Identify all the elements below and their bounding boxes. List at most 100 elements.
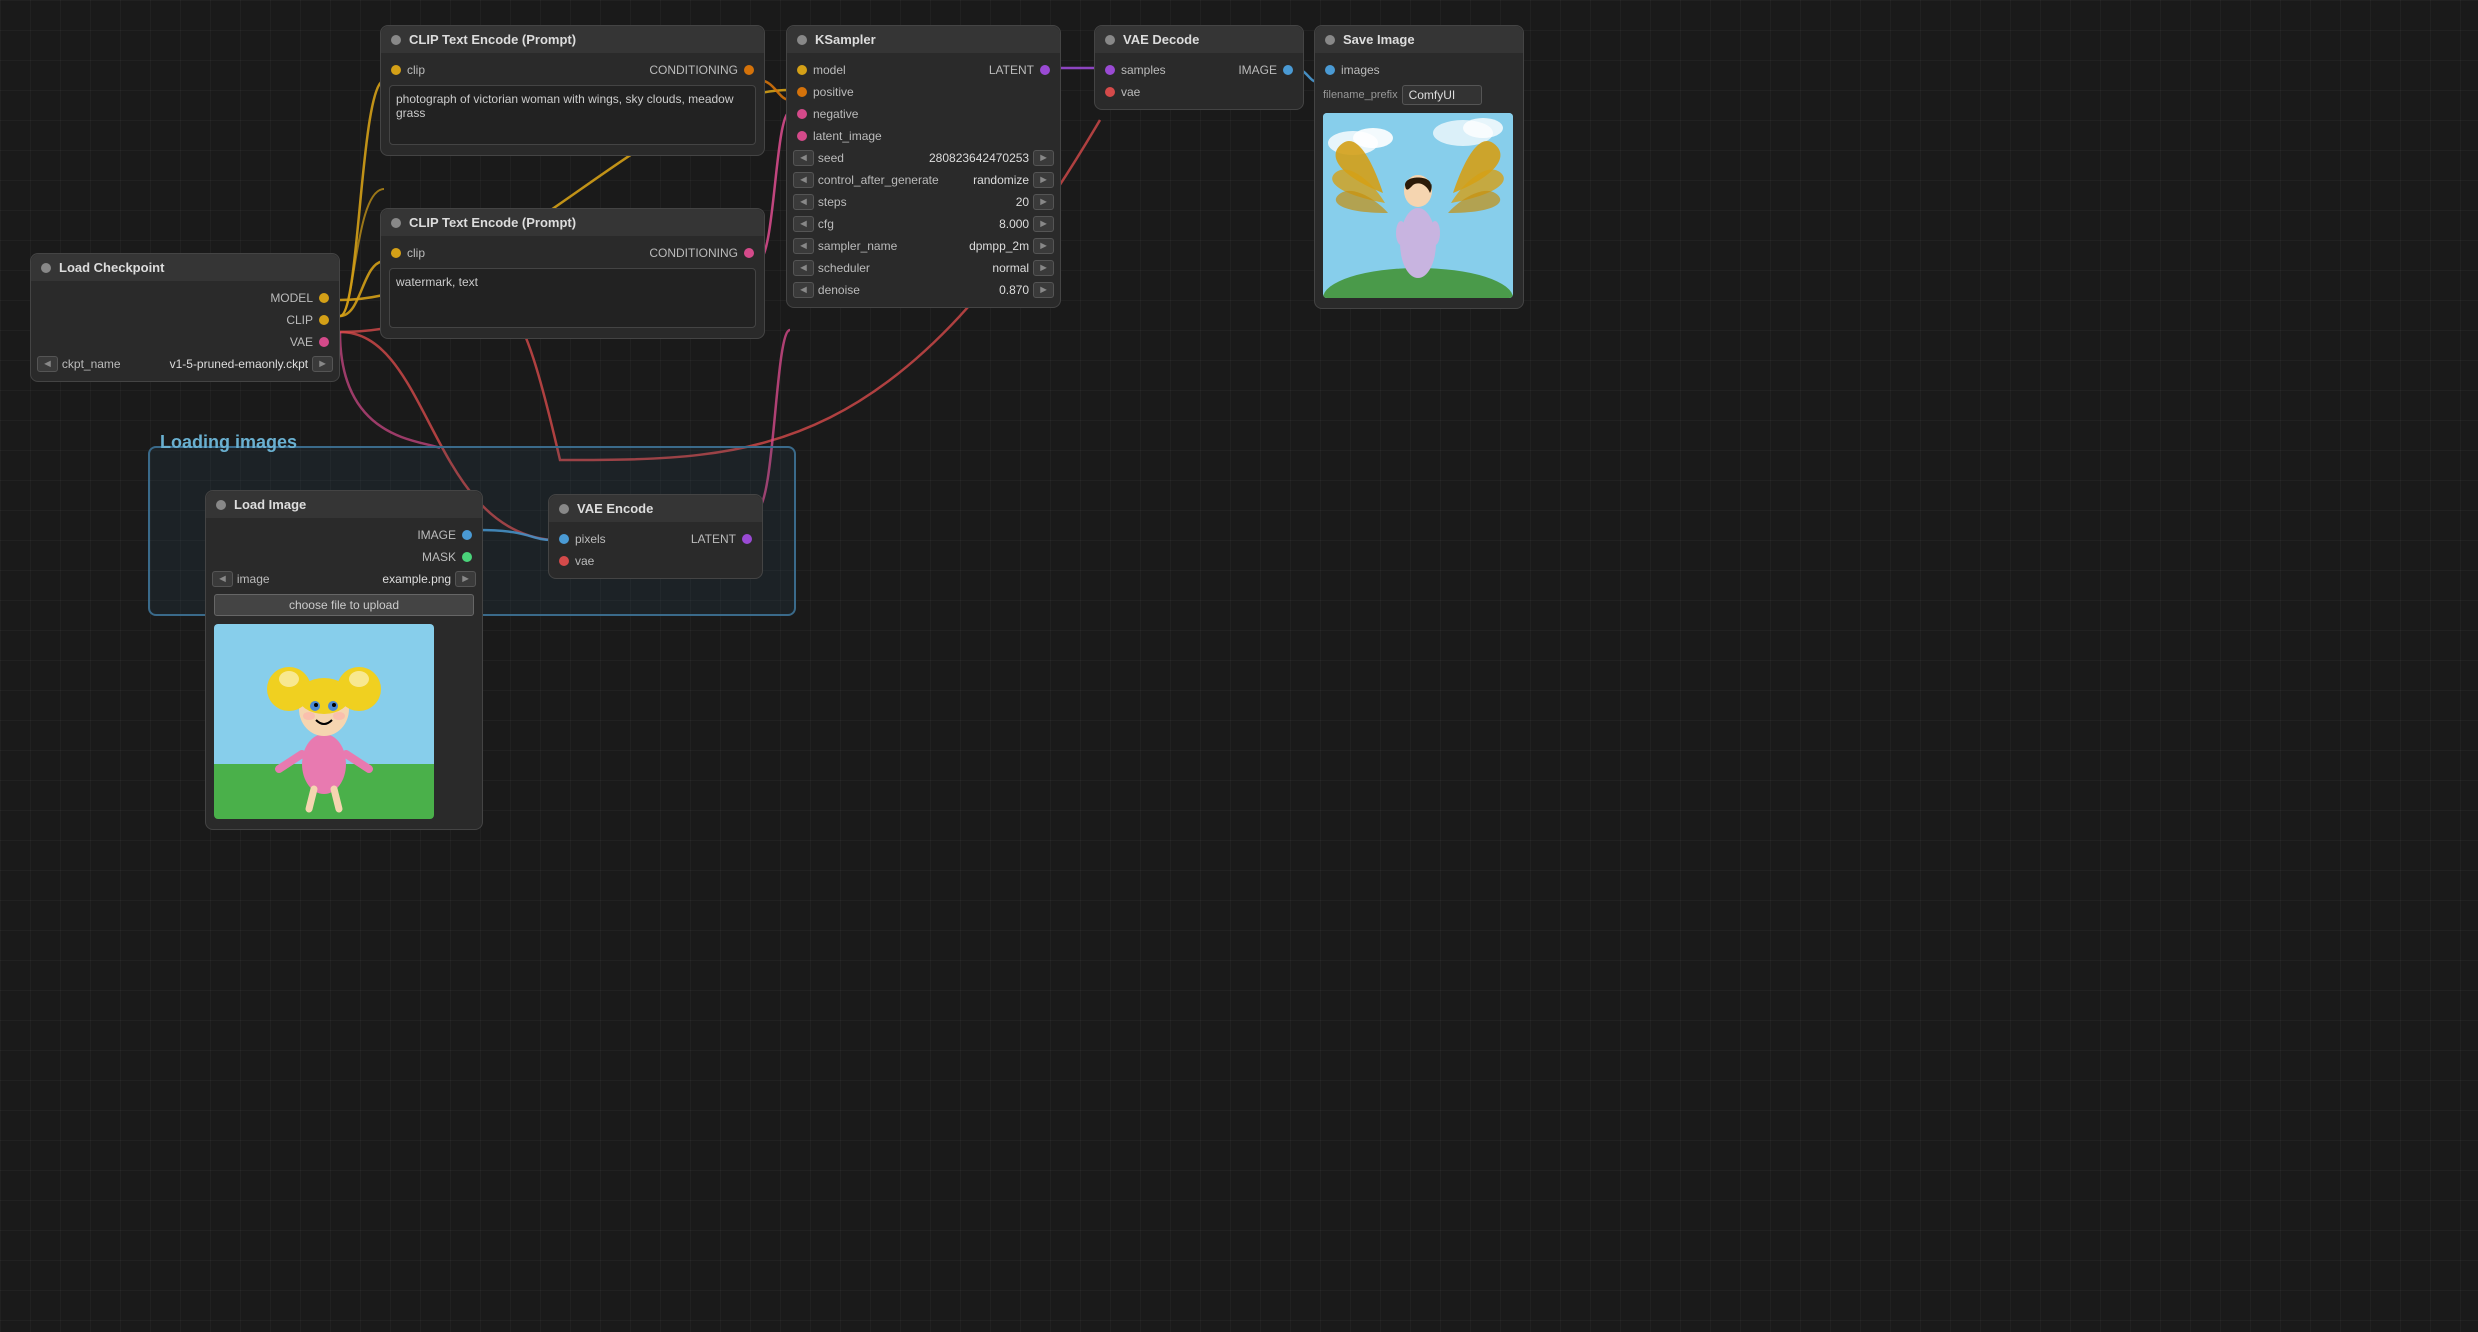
param-steps-right[interactable]: ► — [1033, 194, 1054, 210]
port-negative-in: negative — [797, 107, 858, 121]
node-header-load-checkpoint: Load Checkpoint — [31, 254, 339, 281]
node-status-dot — [797, 35, 807, 45]
param-scheduler-row: ◄ scheduler normal ► — [787, 257, 1060, 279]
vae-decode-node: VAE Decode samples IMAGE vae — [1094, 25, 1304, 110]
choose-file-container: choose file to upload — [206, 590, 482, 620]
node-title: VAE Encode — [577, 501, 653, 516]
node-body: images filename_prefix — [1315, 53, 1523, 308]
port-latent-out: LATENT — [691, 532, 752, 546]
clip-text-encode-1-node: CLIP Text Encode (Prompt) clip CONDITION… — [380, 25, 765, 156]
port-model-dot — [797, 65, 807, 75]
port-clip-dot — [391, 65, 401, 75]
port-model-dot — [319, 293, 329, 303]
param-cfg-name: cfg — [818, 217, 995, 231]
param-scheduler-name: scheduler — [818, 261, 989, 275]
port-images-row: images — [1315, 59, 1523, 81]
param-denoise-value: 0.870 — [999, 283, 1029, 297]
port-vae-row: vae — [1095, 81, 1303, 103]
port-vae-in: vae — [559, 554, 594, 568]
port-latent-image-row: latent_image — [787, 125, 1060, 147]
port-negative-row: negative — [787, 103, 1060, 125]
cartoon-preview-container — [206, 620, 482, 823]
port-image-label: IMAGE — [417, 528, 456, 542]
node-title: CLIP Text Encode (Prompt) — [409, 32, 576, 47]
port-model-in: model — [797, 63, 846, 77]
port-clip-label: CLIP — [286, 313, 313, 327]
param-arrow-right[interactable]: ► — [312, 356, 333, 372]
node-title: CLIP Text Encode (Prompt) — [409, 215, 576, 230]
param-seed-left[interactable]: ◄ — [793, 150, 814, 166]
param-steps-value: 20 — [1016, 195, 1029, 209]
node-status-dot — [216, 500, 226, 510]
param-cfg-right[interactable]: ► — [1033, 216, 1054, 232]
node-title: Load Checkpoint — [59, 260, 164, 275]
port-vae: VAE — [290, 335, 329, 349]
param-ckpt-row: ◄ ckpt_name v1-5-pruned-emaonly.ckpt ► — [31, 353, 339, 375]
port-pixels-dot — [559, 534, 569, 544]
port-image-out: IMAGE — [1238, 63, 1293, 77]
param-cfg-row: ◄ cfg 8.000 ► — [787, 213, 1060, 235]
param-seed-right[interactable]: ► — [1033, 150, 1054, 166]
port-images-dot — [1325, 65, 1335, 75]
cartoon-image-preview — [214, 624, 434, 819]
port-image-dot — [462, 530, 472, 540]
param-control-right[interactable]: ► — [1033, 172, 1054, 188]
param-control-value: randomize — [973, 173, 1029, 187]
param-steps-left[interactable]: ◄ — [793, 194, 814, 210]
prompt-text-1[interactable]: photograph of victorian woman with wings… — [389, 85, 756, 145]
node-status-dot — [559, 504, 569, 514]
port-latent-label: LATENT — [989, 63, 1034, 77]
port-samples-dot — [1105, 65, 1115, 75]
node-status-dot — [391, 218, 401, 228]
param-scheduler-right[interactable]: ► — [1033, 260, 1054, 276]
port-clip-dot — [391, 248, 401, 258]
node-status-dot — [41, 263, 51, 273]
port-image-out: IMAGE — [417, 528, 472, 542]
port-pixels-label: pixels — [575, 532, 606, 546]
port-latent-label: LATENT — [691, 532, 736, 546]
node-title: Save Image — [1343, 32, 1415, 47]
choose-file-button[interactable]: choose file to upload — [214, 594, 474, 616]
param-control-row: ◄ control_after_generate randomize ► — [787, 169, 1060, 191]
param-scheduler-left[interactable]: ◄ — [793, 260, 814, 276]
node-body: pixels LATENT vae — [549, 522, 762, 578]
port-model-label: model — [813, 63, 846, 77]
node-header-vae-decode: VAE Decode — [1095, 26, 1303, 53]
port-vae-label: VAE — [290, 335, 313, 349]
port-clip-row: clip CONDITIONING — [381, 242, 764, 264]
param-arrow-left[interactable]: ◄ — [37, 356, 58, 372]
port-clip-row: clip CONDITIONING — [381, 59, 764, 81]
filename-row: filename_prefix — [1315, 81, 1523, 109]
param-sampler-left[interactable]: ◄ — [793, 238, 814, 254]
param-sampler-row: ◄ sampler_name dpmpp_2m ► — [787, 235, 1060, 257]
param-control-left[interactable]: ◄ — [793, 172, 814, 188]
port-negative-dot — [797, 109, 807, 119]
port-cond-dot — [744, 65, 754, 75]
param-denoise-left[interactable]: ◄ — [793, 282, 814, 298]
port-model-row: MODEL — [31, 287, 339, 309]
node-status-dot — [1325, 35, 1335, 45]
param-sampler-right[interactable]: ► — [1033, 238, 1054, 254]
node-body: clip CONDITIONING watermark, text — [381, 236, 764, 338]
param-denoise-name: denoise — [818, 283, 995, 297]
port-latent-out: LATENT — [989, 63, 1050, 77]
output-image-preview — [1323, 113, 1513, 298]
param-image-row: ◄ image example.png ► — [206, 568, 482, 590]
port-clip-in: clip — [391, 246, 425, 260]
port-clip-label: clip — [407, 246, 425, 260]
port-pixels-row: pixels LATENT — [549, 528, 762, 550]
prompt-text-2[interactable]: watermark, text — [389, 268, 756, 328]
node-body: model LATENT positive negative latent_im… — [787, 53, 1060, 307]
param-image-name: image — [237, 572, 379, 586]
filename-prefix-input[interactable] — [1402, 85, 1482, 105]
port-negative-label: negative — [813, 107, 858, 121]
save-image-node: Save Image images filename_prefix — [1314, 25, 1524, 309]
param-cfg-left[interactable]: ◄ — [793, 216, 814, 232]
param-image-right[interactable]: ► — [455, 571, 476, 587]
param-image-left[interactable]: ◄ — [212, 571, 233, 587]
clip-text-encode-2-node: CLIP Text Encode (Prompt) clip CONDITION… — [380, 208, 765, 339]
node-status-dot — [391, 35, 401, 45]
port-vae-dot — [559, 556, 569, 566]
param-denoise-right[interactable]: ► — [1033, 282, 1054, 298]
port-mask-label: MASK — [422, 550, 456, 564]
